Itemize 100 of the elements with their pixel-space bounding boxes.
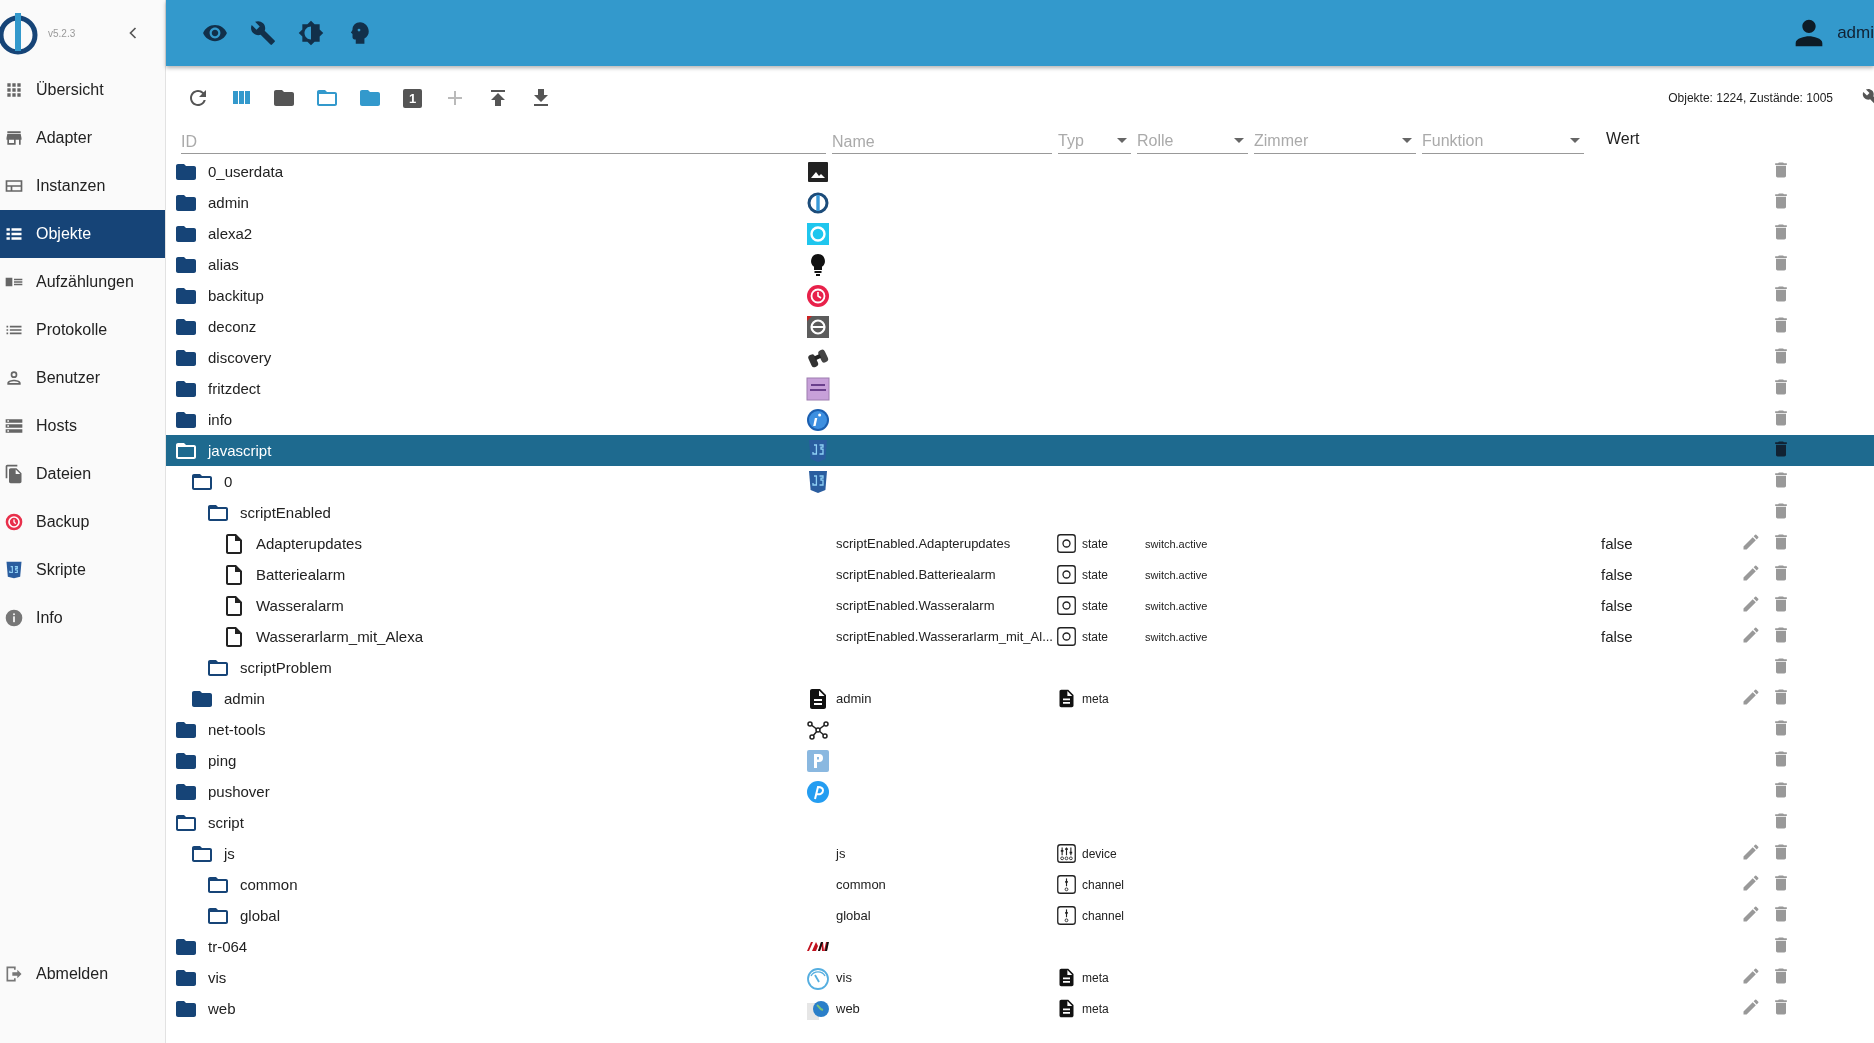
state-icon [1056, 595, 1077, 616]
image-icon [806, 159, 830, 184]
sidebar-item[interactable]: Adapter [0, 114, 165, 162]
name-text: common [836, 877, 886, 892]
object-count: Objekte: 1224, Zustände: 1005 [1668, 91, 1833, 105]
type-text: channel [1082, 908, 1125, 923]
tree-label[interactable]: 0_userdata [208, 163, 284, 180]
sidebar-item[interactable]: Übersicht [0, 66, 165, 114]
name-text: js [836, 846, 846, 861]
person-icon [4, 368, 24, 388]
type-text: state [1082, 536, 1108, 551]
user-name[interactable]: admi [1837, 23, 1874, 43]
name-text: scriptEnabled.Adapterupdates [836, 536, 1011, 551]
version-label: v5.2.3 [48, 27, 76, 39]
type-text: device [1082, 846, 1117, 861]
tree-label[interactable]: scriptEnabled [240, 504, 331, 521]
type-text: meta [1082, 691, 1109, 706]
edit-icon[interactable] [1741, 965, 1761, 986]
tree-label[interactable]: global [240, 907, 281, 924]
caret-icon [1117, 138, 1127, 143]
type-text: meta [1082, 1001, 1109, 1016]
tree-label[interactable]: script [208, 814, 244, 831]
type-text: meta [1082, 970, 1109, 985]
info-icon [806, 407, 830, 432]
type-text: channel [1082, 877, 1125, 892]
tree-label[interactable]: vis [208, 969, 227, 986]
sidebar-item[interactable]: Benutzer [0, 354, 165, 402]
tree-label[interactable]: discovery [208, 349, 272, 366]
caret-icon [1234, 138, 1244, 143]
tree-label[interactable]: admin [224, 690, 265, 707]
tree-label[interactable]: backitup [208, 287, 264, 304]
tree-label[interactable]: info [208, 411, 233, 428]
edit-icon[interactable] [1741, 872, 1761, 893]
edit-icon[interactable] [1741, 593, 1761, 614]
tree-label[interactable]: pushover [208, 783, 270, 800]
gauge-icon [806, 965, 830, 990]
tree-label[interactable]: js [224, 845, 235, 862]
sidebar-item[interactable]: Hosts [0, 402, 165, 450]
sidebar-item[interactable]: Aufzählungen [0, 258, 165, 306]
caret-icon [1570, 138, 1580, 143]
sidebar-item[interactable]: Skripte [0, 546, 165, 594]
tree-label[interactable]: net-tools [208, 721, 266, 738]
tree-label[interactable]: Batteriealarm [256, 566, 346, 583]
name-text: global [836, 908, 871, 923]
store-icon [4, 128, 24, 148]
edit-icon[interactable] [1741, 841, 1761, 862]
sidebar-item[interactable]: Protokolle [0, 306, 165, 354]
state-icon [1056, 626, 1077, 647]
tree-label[interactable]: fritzdect [208, 380, 261, 397]
role-text: switch.active [1145, 568, 1208, 581]
exit-icon [4, 964, 24, 984]
id-filter[interactable]: ID [181, 131, 826, 154]
wrench-icon[interactable] [250, 20, 276, 46]
disc-icon [806, 779, 830, 804]
shield-icon [806, 438, 830, 463]
number-button[interactable]: 1 [403, 88, 422, 108]
tree-label[interactable]: common [240, 876, 298, 893]
sidebar-item[interactable]: Info [0, 594, 165, 642]
tree-label[interactable]: Wasserarlarm_mit_Alexa [256, 628, 423, 645]
slider-icon [1056, 874, 1077, 895]
sliders-icon [1056, 843, 1077, 864]
tree-label[interactable]: 0 [224, 473, 233, 490]
tree-label[interactable]: ping [208, 752, 237, 769]
tree-label[interactable]: tr-064 [208, 938, 248, 955]
column-header: Wert [1606, 130, 1640, 149]
tree-label[interactable]: alexa2 [208, 225, 253, 242]
tree-label[interactable]: web [208, 1000, 236, 1017]
logout-item[interactable]: Abmelden [0, 950, 165, 998]
sidebar-item[interactable]: Objekte [0, 210, 165, 258]
name-text: scriptEnabled.Wasseralarm [836, 598, 995, 613]
tree-label[interactable]: deconz [208, 318, 257, 335]
tree-label[interactable]: scriptProblem [240, 659, 332, 676]
type-text: state [1082, 567, 1108, 582]
shield-icon [806, 469, 830, 494]
state-icon [1056, 533, 1077, 554]
sidebar-item[interactable]: Dateien [0, 450, 165, 498]
edit-icon[interactable] [1741, 624, 1761, 645]
tree-label[interactable]: alias [208, 256, 239, 273]
name-text: admin [836, 691, 872, 706]
brightness-icon[interactable] [298, 20, 324, 46]
role-text: switch.active [1145, 537, 1208, 550]
edit-icon[interactable] [1741, 686, 1761, 707]
name-text: vis [836, 970, 852, 985]
type-text: state [1082, 598, 1108, 613]
edit-icon[interactable] [1741, 903, 1761, 924]
ring-icon [806, 221, 830, 246]
slider-icon [1056, 905, 1077, 926]
edit-icon[interactable] [1741, 562, 1761, 583]
sidebar-item[interactable]: Instanzen [0, 162, 165, 210]
sidebar-item[interactable]: Backup [0, 498, 165, 546]
tree-label[interactable]: admin [208, 194, 249, 211]
tree-label[interactable]: Wasseralarm [256, 597, 344, 614]
edit-icon[interactable] [1741, 531, 1761, 552]
document-icon [1056, 688, 1077, 709]
tree-label[interactable]: javascript [208, 442, 272, 459]
name-filter[interactable]: Name [832, 131, 1052, 154]
role-text: switch.active [1145, 599, 1208, 612]
tree-label[interactable]: Adapterupdates [256, 535, 362, 552]
name-text: scriptEnabled.Batteriealarm [836, 567, 996, 582]
edit-icon[interactable] [1741, 996, 1761, 1017]
